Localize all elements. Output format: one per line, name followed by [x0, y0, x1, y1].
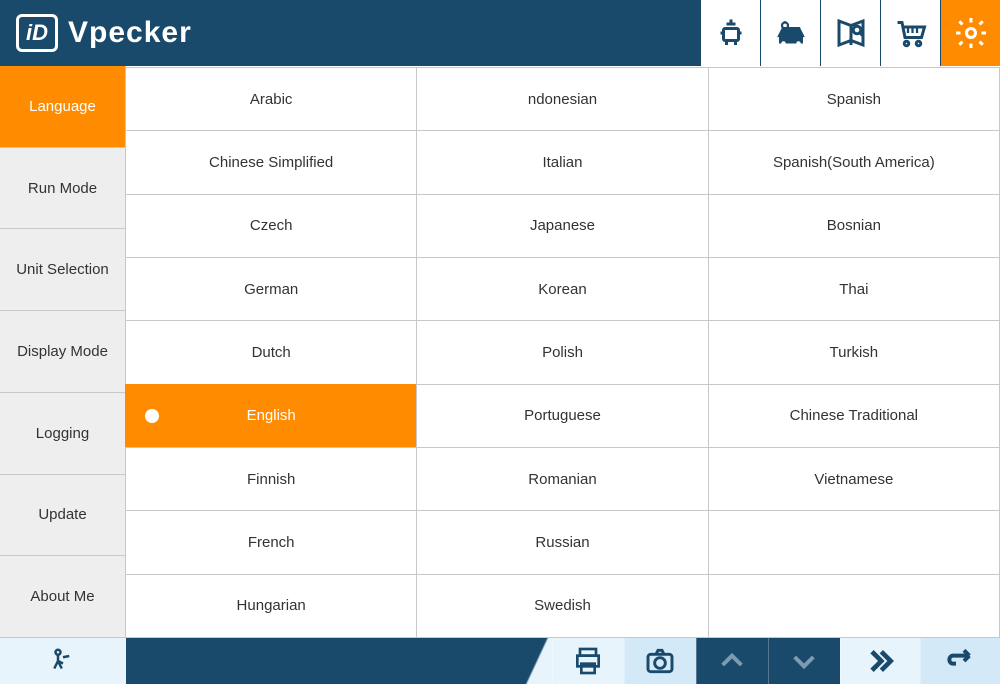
language-option[interactable]: Russian — [416, 510, 708, 574]
logo-text: Vpecker — [68, 16, 192, 50]
language-option[interactable]: ndonesian — [416, 67, 708, 131]
language-option[interactable]: Polish — [416, 320, 708, 384]
language-option[interactable]: Italian — [416, 130, 708, 194]
down-button[interactable] — [768, 638, 840, 684]
sidebar-item-logging[interactable]: Logging — [0, 393, 126, 475]
language-option[interactable]: Chinese Simplified — [125, 130, 417, 194]
sidebar-item-label: Unit Selection — [16, 261, 109, 278]
logo-icon: iD — [16, 14, 58, 52]
language-option[interactable]: English — [125, 384, 417, 448]
sidebar-item-unit-selection[interactable]: Unit Selection — [0, 229, 126, 311]
cart-icon[interactable] — [880, 0, 940, 66]
sidebar-item-label: Logging — [36, 425, 89, 442]
language-panel: ArabicndonesianSpanish Chinese Simplified… — [126, 66, 1000, 638]
language-empty — [708, 574, 1000, 638]
camera-button[interactable] — [624, 638, 696, 684]
sidebar-item-about-me[interactable]: About Me — [0, 556, 126, 638]
sidebar-item-label: Update — [38, 506, 86, 523]
sidebar-item-display-mode[interactable]: Display Mode — [0, 311, 126, 393]
language-option[interactable]: Czech — [125, 194, 417, 258]
settings-icon[interactable] — [940, 0, 1000, 66]
sidebar-item-label: Display Mode — [17, 343, 108, 360]
header-toolbar — [700, 0, 1000, 66]
language-option[interactable]: Japanese — [416, 194, 708, 258]
forward-button[interactable] — [840, 638, 920, 684]
logo: iD Vpecker — [16, 14, 192, 52]
language-option[interactable]: Vietnamese — [708, 447, 1000, 511]
language-option[interactable]: Dutch — [125, 320, 417, 384]
language-option[interactable]: Turkish — [708, 320, 1000, 384]
app-header: iD Vpecker — [0, 0, 1000, 66]
language-option[interactable]: German — [125, 257, 417, 321]
up-button[interactable] — [696, 638, 768, 684]
sidebar-item-label: About Me — [30, 588, 94, 605]
language-option[interactable]: Swedish — [416, 574, 708, 638]
language-option[interactable]: Arabic — [125, 67, 417, 131]
language-option[interactable]: Spanish — [708, 67, 1000, 131]
language-option[interactable]: Bosnian — [708, 194, 1000, 258]
language-option[interactable]: Romanian — [416, 447, 708, 511]
exit-button[interactable] — [0, 638, 126, 684]
language-option[interactable]: Thai — [708, 257, 1000, 321]
language-option[interactable]: French — [125, 510, 417, 574]
sidebar-item-language[interactable]: Language — [0, 66, 126, 148]
language-option[interactable]: Portuguese — [416, 384, 708, 448]
sidebar-item-label: Run Mode — [28, 180, 97, 197]
print-button[interactable] — [552, 638, 624, 684]
vehicle-icon[interactable] — [760, 0, 820, 66]
language-option[interactable]: Chinese Traditional — [708, 384, 1000, 448]
language-option[interactable]: Finnish — [125, 447, 417, 511]
sidebar-item-label: Language — [29, 98, 96, 115]
back-button[interactable] — [920, 638, 1000, 684]
sidebar: Language Run Mode Unit Selection Display… — [0, 66, 126, 638]
language-empty — [708, 510, 1000, 574]
footer — [0, 638, 1000, 684]
manual-icon[interactable] — [820, 0, 880, 66]
sidebar-item-update[interactable]: Update — [0, 475, 126, 557]
language-option[interactable]: Spanish(South America) — [708, 130, 1000, 194]
language-option[interactable]: Hungarian — [125, 574, 417, 638]
language-option[interactable]: Korean — [416, 257, 708, 321]
diagnostic-icon[interactable] — [700, 0, 760, 66]
sidebar-item-run-mode[interactable]: Run Mode — [0, 148, 126, 230]
